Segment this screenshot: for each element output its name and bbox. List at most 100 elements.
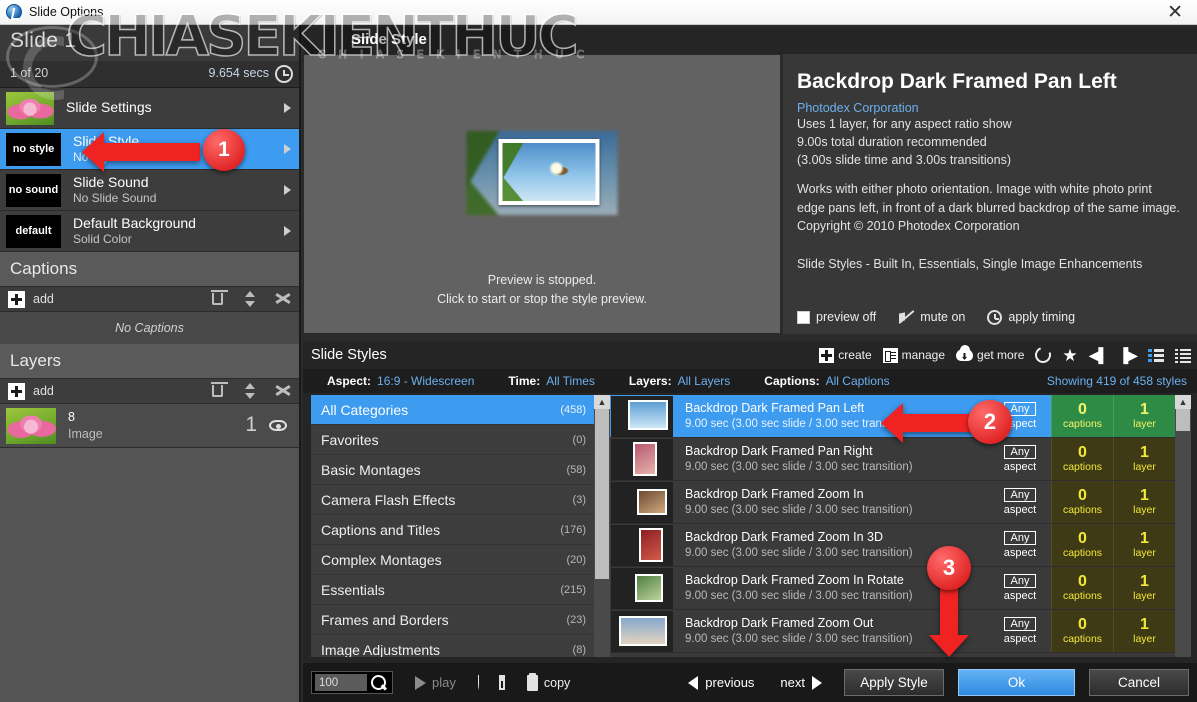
tools-icon[interactable] — [275, 291, 291, 307]
trash-icon[interactable] — [211, 290, 228, 305]
cloud-download-icon — [956, 345, 974, 361]
style-layers-label: layer — [1133, 504, 1156, 517]
star-icon[interactable]: ★ — [1062, 347, 1077, 364]
style-thumbnail — [611, 568, 673, 609]
style-layers-count: 1 — [1140, 443, 1149, 461]
slide-sound-badge: no sound — [6, 173, 61, 207]
tools-icon[interactable] — [275, 383, 291, 399]
style-vendor[interactable]: Photodex Corporation — [797, 101, 1181, 115]
reorder-icon[interactable] — [241, 383, 257, 399]
table-row[interactable]: Backdrop Dark Framed Zoom Out 9.00 sec (… — [610, 610, 1175, 653]
scroll-up-icon[interactable]: ▲ — [1175, 395, 1191, 409]
style-captions-count: 0 — [1078, 400, 1087, 418]
preview-off-toggle[interactable]: preview off — [797, 310, 876, 324]
trash-icon[interactable] — [211, 382, 228, 397]
mute-on-label: mute on — [920, 310, 966, 324]
table-row[interactable]: Backdrop Dark Framed Zoom In 3D 9.00 sec… — [610, 524, 1175, 567]
categories-scrollbar[interactable]: ▲ — [594, 395, 610, 657]
category-item-camera-flash-effects[interactable]: Camera Flash Effects (3) — [311, 485, 594, 515]
apply-timing-toggle[interactable]: apply timing — [987, 309, 1075, 325]
add-layer-icon[interactable] — [8, 382, 25, 400]
category-item-all[interactable]: All Categories (458) — [311, 395, 594, 425]
category-item-basic-montages[interactable]: Basic Montages (58) — [311, 455, 594, 485]
mute-on-toggle[interactable]: mute on — [898, 309, 965, 325]
scrollbar-thumb[interactable] — [1176, 409, 1190, 431]
chevron-right-icon — [284, 144, 291, 154]
add-layer-label[interactable]: add — [33, 384, 54, 398]
category-item-frames-and-borders[interactable]: Frames and Borders (23) — [311, 605, 594, 635]
filter-time-value[interactable]: All Times — [546, 374, 595, 388]
zoom-control[interactable] — [311, 671, 393, 694]
cancel-button[interactable]: Cancel — [1089, 669, 1189, 696]
previous-label: previous — [705, 675, 755, 690]
style-layers-label: layer — [1133, 461, 1156, 474]
style-captions-label: captions — [1062, 547, 1103, 560]
style-captions-label: captions — [1062, 418, 1103, 431]
get-more-button[interactable]: get more — [956, 345, 1024, 362]
table-row[interactable]: Backdrop Dark Framed Zoom In Rotate 9.00… — [610, 567, 1175, 610]
table-row[interactable]: Backdrop Dark Framed Pan Right 9.00 sec … — [610, 438, 1175, 481]
zoom-input[interactable] — [315, 674, 367, 691]
add-caption-label[interactable]: add — [33, 292, 54, 306]
skip-previous-icon[interactable]: ◀▌ — [1089, 348, 1109, 362]
scrollbar-thumb[interactable] — [595, 409, 609, 579]
manage-button[interactable]: manage — [882, 347, 945, 363]
style-captions-count: 0 — [1078, 572, 1087, 590]
eye-icon[interactable] — [269, 420, 287, 431]
mute-icon — [898, 309, 914, 325]
filter-aspect-value[interactable]: 16:9 - Widescreen — [377, 374, 474, 388]
filter-aspect-label: Aspect: — [327, 374, 372, 388]
copy-button[interactable]: copy — [526, 672, 570, 691]
sidebar-item-default-background[interactable]: default Default Background Solid Color — [0, 211, 299, 252]
plus-square-icon — [819, 347, 835, 363]
style-title: Backdrop Dark Framed Pan Left — [797, 70, 1117, 93]
previous-button[interactable]: previous — [688, 675, 754, 690]
create-button[interactable]: create — [819, 347, 872, 363]
sidebar-item-label: Slide Settings — [66, 99, 152, 116]
style-preview-area[interactable]: Preview is stopped. Click to start or st… — [303, 54, 781, 334]
reorder-icon[interactable] — [241, 291, 257, 307]
skip-next-icon[interactable]: ▐▶ — [1118, 348, 1138, 362]
tab-slide-style[interactable]: Slide Style — [351, 31, 427, 48]
scroll-up-icon[interactable]: ▲ — [594, 395, 610, 409]
filter-layers-value[interactable]: All Layers — [678, 374, 731, 388]
play-button[interactable]: play — [415, 675, 456, 690]
close-icon[interactable]: ✕ — [1167, 3, 1183, 22]
sidebar-item-slide-settings[interactable]: Slide Settings — [0, 88, 299, 129]
create-label: create — [838, 348, 872, 362]
preview-tab-bar: Slide Style — [303, 27, 1197, 54]
slide-header: Slide 1 — [0, 25, 299, 61]
list-item[interactable]: 8 Image 1 — [0, 404, 299, 448]
ok-button[interactable]: Ok — [958, 669, 1075, 696]
style-list-scrollbar[interactable]: ▲ — [1175, 395, 1191, 657]
category-item-favorites[interactable]: Favorites (0) — [311, 425, 594, 455]
style-aspect-label: aspect — [1003, 461, 1037, 473]
style-description: Works with either photo orientation. Ima… — [797, 182, 1180, 234]
category-item-essentials[interactable]: Essentials (215) — [311, 575, 594, 605]
style-categories-list[interactable]: All Categories (458) Favorites (0) Basic… — [311, 395, 594, 657]
shield-icon[interactable] — [477, 674, 480, 691]
window-icon[interactable] — [499, 675, 505, 690]
layer-type: Image — [68, 426, 103, 441]
list-view-icon[interactable] — [1175, 348, 1191, 363]
detail-view-icon[interactable] — [1148, 348, 1164, 362]
sidebar-item-slide-sound[interactable]: no sound Slide Sound No Slide Sound — [0, 170, 299, 211]
table-row[interactable]: Backdrop Dark Framed Zoom In 9.00 sec (3… — [610, 481, 1175, 524]
styles-panel-header: Slide Styles create manage get more ★ ◀▌… — [303, 341, 1197, 369]
next-button[interactable]: next — [780, 675, 822, 690]
preview-status: Preview is stopped. Click to start or st… — [304, 271, 780, 310]
style-captions-count: 0 — [1078, 615, 1087, 633]
checkbox-icon[interactable] — [797, 310, 810, 324]
style-captions-badge: 0 captions — [1051, 610, 1113, 652]
style-layers-count: 1 — [1140, 486, 1149, 504]
category-item-complex-montages[interactable]: Complex Montages (20) — [311, 545, 594, 575]
refresh-icon[interactable] — [1032, 344, 1055, 366]
style-captions-badge: 0 captions — [1051, 524, 1113, 566]
category-item-captions-and-titles[interactable]: Captions and Titles (176) — [311, 515, 594, 545]
bottom-toolbar: play copy previous next Apply Style Ok C… — [303, 663, 1197, 702]
filter-captions-value[interactable]: All Captions — [826, 374, 890, 388]
magnifier-icon[interactable] — [369, 673, 389, 693]
add-caption-icon[interactable] — [8, 290, 25, 308]
category-item-image-adjustments[interactable]: Image Adjustments (8) — [311, 635, 594, 657]
apply-style-button[interactable]: Apply Style — [844, 669, 944, 696]
